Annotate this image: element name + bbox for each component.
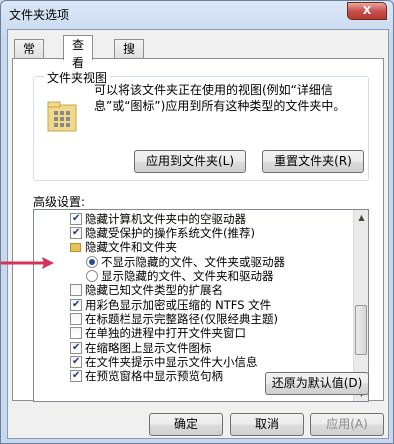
- setting-show-hidden[interactable]: 显示隐藏的文件、文件夹和驱动器: [86, 269, 274, 283]
- close-button[interactable]: X: [347, 2, 387, 20]
- setting-label: 隐藏受保护的操作系统文件(推荐): [85, 226, 255, 240]
- setting-hide-extensions[interactable]: 隐藏已知文件类型的扩展名: [70, 283, 223, 297]
- cancel-button[interactable]: 取消: [230, 413, 304, 436]
- setting-dont-show-hidden[interactable]: 不显示隐藏的文件、文件夹或驱动器: [86, 255, 285, 269]
- advanced-settings-label: 高级设置:: [33, 195, 86, 209]
- radio-button[interactable]: [86, 270, 98, 282]
- setting-group-hidden-files: 隐藏文件和文件夹: [70, 240, 177, 254]
- setting-label: 在文件夹提示中显示文件大小信息: [85, 355, 258, 369]
- setting-separate-process[interactable]: 在单独的进程中打开文件夹窗口: [70, 326, 246, 340]
- setting-label: 不显示隐藏的文件、文件夹或驱动器: [101, 255, 285, 269]
- setting-label: 在预览窗格中显示预览句柄: [85, 369, 223, 383]
- checkbox[interactable]: [70, 284, 82, 296]
- folder-views-description: 可以将该文件夹正在使用的视图(例如“详细信息”或“图标”)应用到所有这种类型的文…: [94, 83, 346, 113]
- view-tab-panel: 文件夹视图 可以将该文件夹正在使用的视图(例如“详细信息”或“图标”)应用到所有…: [12, 58, 384, 402]
- setting-label: 隐藏计算机文件夹中的空驱动器: [85, 212, 246, 226]
- tab-view[interactable]: 查看: [63, 35, 94, 70]
- window-title: 文件夹选项: [9, 8, 70, 22]
- setting-preview-handlers[interactable]: 在预览窗格中显示预览句柄: [70, 369, 223, 383]
- apply-to-folders-button[interactable]: 应用到文件夹(L): [134, 150, 246, 173]
- setting-hide-protected-os-files[interactable]: 隐藏受保护的操作系统文件(推荐): [70, 226, 255, 240]
- checkbox[interactable]: [70, 327, 82, 339]
- folder-view-icon: [47, 101, 77, 132]
- checkbox[interactable]: [70, 356, 82, 368]
- red-arrow-icon: [1, 257, 54, 269]
- reset-folders-button[interactable]: 重置文件夹(R): [262, 150, 364, 173]
- folder-icon: [70, 243, 81, 252]
- tab-general[interactable]: 常规: [14, 39, 45, 74]
- dialog-window: 文件夹选项 X 常规 查看 搜索 文件夹视图 可以将该文件夹正在使用的视: [0, 0, 394, 444]
- setting-label: 在标题栏显示完整路径(仅限经典主题): [85, 312, 278, 326]
- setting-full-path-title[interactable]: 在标题栏显示完整路径(仅限经典主题): [70, 312, 278, 326]
- restore-defaults-button[interactable]: 还原为默认值(D): [265, 372, 369, 395]
- setting-label: 隐藏文件和文件夹: [85, 240, 177, 254]
- scroll-up-icon[interactable]: ▲: [354, 210, 368, 225]
- checkbox[interactable]: [70, 299, 82, 311]
- checkbox[interactable]: [70, 313, 82, 325]
- tab-search[interactable]: 搜索: [114, 39, 145, 74]
- checkbox[interactable]: [70, 213, 82, 225]
- folder-views-group: 文件夹视图 可以将该文件夹正在使用的视图(例如“详细信息”或“图标”)应用到所有…: [33, 69, 369, 181]
- checkbox[interactable]: [70, 227, 82, 239]
- checkbox[interactable]: [70, 370, 82, 382]
- scrollbar-thumb[interactable]: [355, 305, 367, 355]
- apply-button[interactable]: 应用(A): [310, 413, 384, 436]
- setting-label: 隐藏已知文件类型的扩展名: [85, 283, 223, 297]
- setting-label: 用彩色显示加密或压缩的 NTFS 文件: [85, 298, 272, 312]
- setting-label: 在缩略图上显示文件图标: [85, 341, 212, 355]
- ok-button[interactable]: 确定: [149, 413, 223, 436]
- setting-color-ntfs[interactable]: 用彩色显示加密或压缩的 NTFS 文件: [70, 298, 271, 312]
- setting-thumbnail-icons[interactable]: 在缩略图上显示文件图标: [70, 341, 212, 355]
- setting-label: 显示隐藏的文件、文件夹和驱动器: [101, 269, 274, 283]
- dialog-client: 常规 查看 搜索 文件夹视图 可以将该文件夹正在使用的视图(例如“详细信息”或“…: [7, 29, 389, 439]
- setting-label: 在单独的进程中打开文件夹窗口: [85, 326, 246, 340]
- setting-folder-tip-size[interactable]: 在文件夹提示中显示文件大小信息: [70, 355, 258, 369]
- radio-button[interactable]: [86, 256, 98, 268]
- setting-hide-empty-drives[interactable]: 隐藏计算机文件夹中的空驱动器: [70, 212, 246, 226]
- checkbox[interactable]: [70, 342, 82, 354]
